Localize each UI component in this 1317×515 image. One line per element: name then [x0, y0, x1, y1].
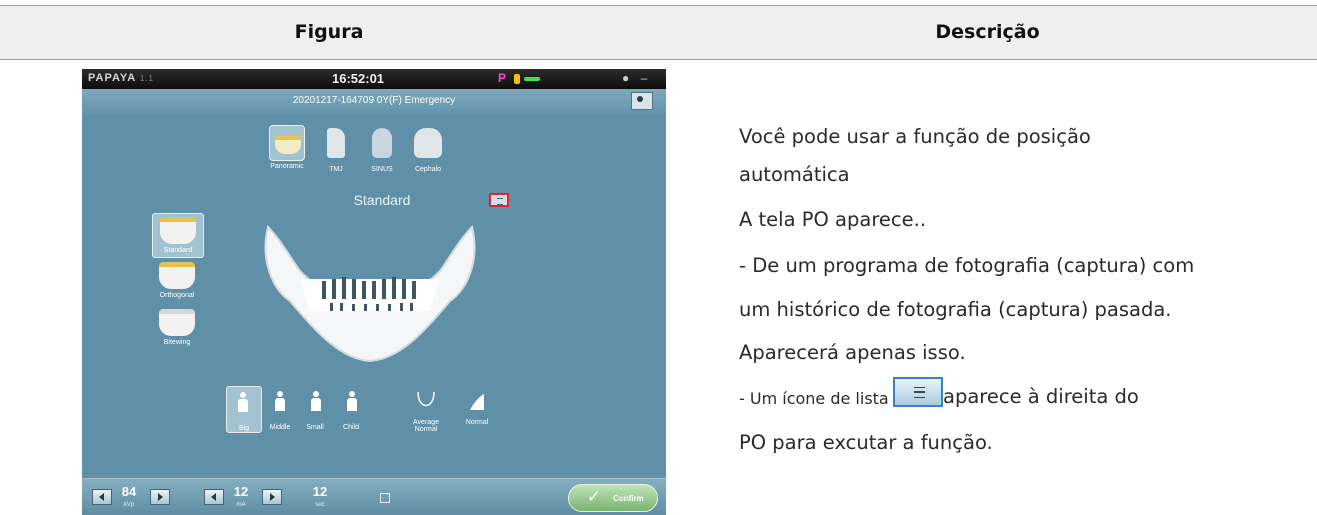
exposure-bar: 84 kVp 12 mA 12 sec ✓ Confirm	[82, 478, 666, 515]
person-icon	[267, 391, 293, 421]
sensor-icon	[514, 74, 520, 84]
desc-line: Aparecerá apenas isso.	[739, 341, 966, 364]
list-icon	[893, 377, 943, 407]
desc-line: - De um programa de fotografia (captura)…	[739, 254, 1195, 277]
tmj-icon	[318, 128, 354, 164]
bite-icon	[464, 386, 490, 416]
sec-unit: sec	[315, 502, 325, 508]
confirm-button[interactable]: ✓ Confirm	[568, 484, 658, 512]
size-big[interactable]: Big	[226, 386, 262, 433]
mode-panoramic[interactable]: Panoramic	[267, 125, 307, 170]
program-label: Orthogonal	[159, 292, 195, 299]
sinus-icon	[364, 128, 400, 164]
arch-icon	[413, 386, 439, 416]
list-button-highlighted[interactable]	[489, 193, 509, 207]
size-child[interactable]: Child	[334, 386, 368, 431]
size-label: Big	[238, 425, 250, 432]
program-title: Standard	[353, 192, 411, 208]
sec-value: 12	[312, 484, 328, 499]
connection-icon	[524, 77, 540, 81]
program-label: Bitewing	[163, 339, 191, 346]
size-label: Child	[343, 424, 359, 431]
size-middle[interactable]: Middle	[263, 386, 297, 431]
person-icon	[231, 392, 257, 422]
desc-line: - Um ícone de lista	[739, 389, 889, 408]
patient-info: 20201217-164709 0Y(F) Emergency	[292, 95, 456, 106]
mode-label: TMJ	[329, 166, 343, 173]
kvp-value: 84	[121, 484, 137, 499]
table-header-row: Figura Descrição	[0, 5, 1317, 60]
mode-cephalo[interactable]: Cephalo	[408, 125, 448, 173]
size-label: Small	[306, 424, 324, 431]
p-indicator: P	[498, 71, 507, 85]
desc-line: automática	[739, 163, 850, 186]
desc-line: um histórico de fotografia (captura) pas…	[739, 298, 1172, 321]
desc-line: PO para excutar a função.	[739, 431, 993, 454]
jaw-icon	[160, 217, 196, 244]
program-orthogonal[interactable]: Orthogonal	[152, 262, 202, 299]
desc-line: Você pode usar a função de posição	[739, 125, 1091, 148]
arch-average-normal[interactable]: Average Normal	[404, 386, 448, 433]
jaw-icon	[159, 309, 195, 336]
header-description: Descrição	[935, 21, 1040, 43]
program-label: Standard	[163, 247, 193, 254]
ma-increase-button[interactable]	[262, 489, 282, 505]
kvp-increase-button[interactable]	[150, 489, 170, 505]
arch-label: Average Normal	[413, 419, 439, 433]
papaya-screenshot: PAPAYA 1.1 16:52:01 P ● – × 20201217-164…	[82, 69, 666, 515]
ma-unit: mA	[236, 502, 246, 508]
mandible-illustration	[264, 225, 476, 363]
user-button[interactable]	[631, 92, 653, 110]
size-label: Middle	[269, 424, 291, 431]
mode-label: SINUS	[371, 166, 393, 173]
mode-sinus[interactable]: SINUS	[362, 125, 402, 173]
patient-bar: 20201217-164709 0Y(F) Emergency	[82, 89, 666, 115]
clock: 16:52:01	[332, 71, 385, 86]
bite-normal[interactable]: Normal	[457, 386, 497, 426]
lock-icon[interactable]	[380, 493, 390, 503]
title-bar: PAPAYA 1.1 16:52:01 P ● – ×	[82, 69, 666, 99]
kvp-unit: kVp	[123, 502, 135, 508]
person-icon	[302, 391, 328, 421]
confirm-label: Confirm	[613, 494, 644, 503]
mode-label: Panoramic	[270, 163, 304, 170]
size-small[interactable]: Small	[298, 386, 332, 431]
desc-line: A tela PO aparece..	[739, 208, 927, 231]
brand-logo: PAPAYA 1.1	[88, 72, 154, 84]
kvp-decrease-button[interactable]	[92, 489, 112, 505]
bite-label: Normal	[465, 419, 489, 426]
child-icon	[338, 391, 364, 421]
mode-tmj[interactable]: TMJ	[316, 125, 356, 173]
brand-version: 1.1	[139, 74, 154, 83]
brand-name: PAPAYA	[88, 72, 136, 84]
check-icon: ✓	[587, 487, 602, 506]
skull-icon	[410, 128, 446, 164]
jaw-icon	[269, 125, 305, 161]
ma-value: 12	[233, 484, 249, 499]
ma-decrease-button[interactable]	[204, 489, 224, 505]
program-standard[interactable]: Standard	[152, 213, 204, 258]
desc-line: aparece à direita do	[943, 385, 1139, 408]
user-icon	[637, 96, 643, 102]
header-figure: Figura	[294, 21, 364, 43]
program-bitewing[interactable]: Bitewing	[152, 309, 202, 346]
mode-label: Cephalo	[414, 166, 442, 173]
jaw-icon	[159, 262, 195, 289]
